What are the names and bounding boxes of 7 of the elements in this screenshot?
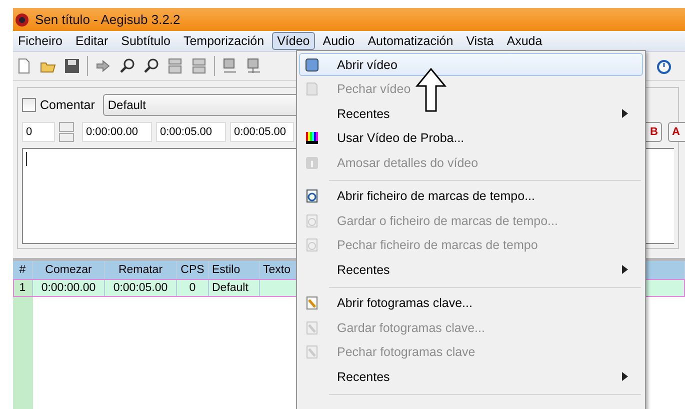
window-title: Sen título - Aegisub 3.2.2 xyxy=(35,12,180,27)
checkbox-label: Comentar xyxy=(40,98,95,112)
table-cell: 0:00:05.00 xyxy=(105,279,177,297)
table-cell: 1 xyxy=(13,279,33,297)
table-cell: Default xyxy=(209,279,260,297)
table-cell: 0:00:00.00 xyxy=(33,279,105,297)
table-cell: 0 xyxy=(177,279,209,297)
